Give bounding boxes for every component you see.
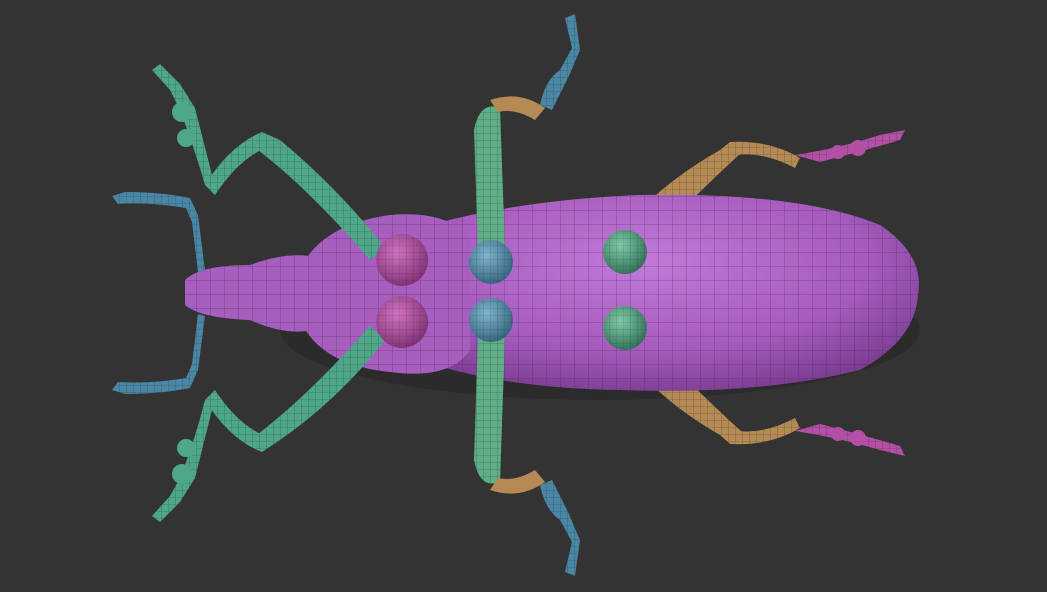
weevil-render xyxy=(112,14,920,576)
antenna-lower xyxy=(112,314,205,394)
front-leg-lower xyxy=(152,326,385,522)
front-leg-upper xyxy=(152,64,385,260)
antenna-upper xyxy=(112,192,205,272)
viewport xyxy=(0,0,1047,592)
weevil-head-rostrum xyxy=(185,255,330,332)
